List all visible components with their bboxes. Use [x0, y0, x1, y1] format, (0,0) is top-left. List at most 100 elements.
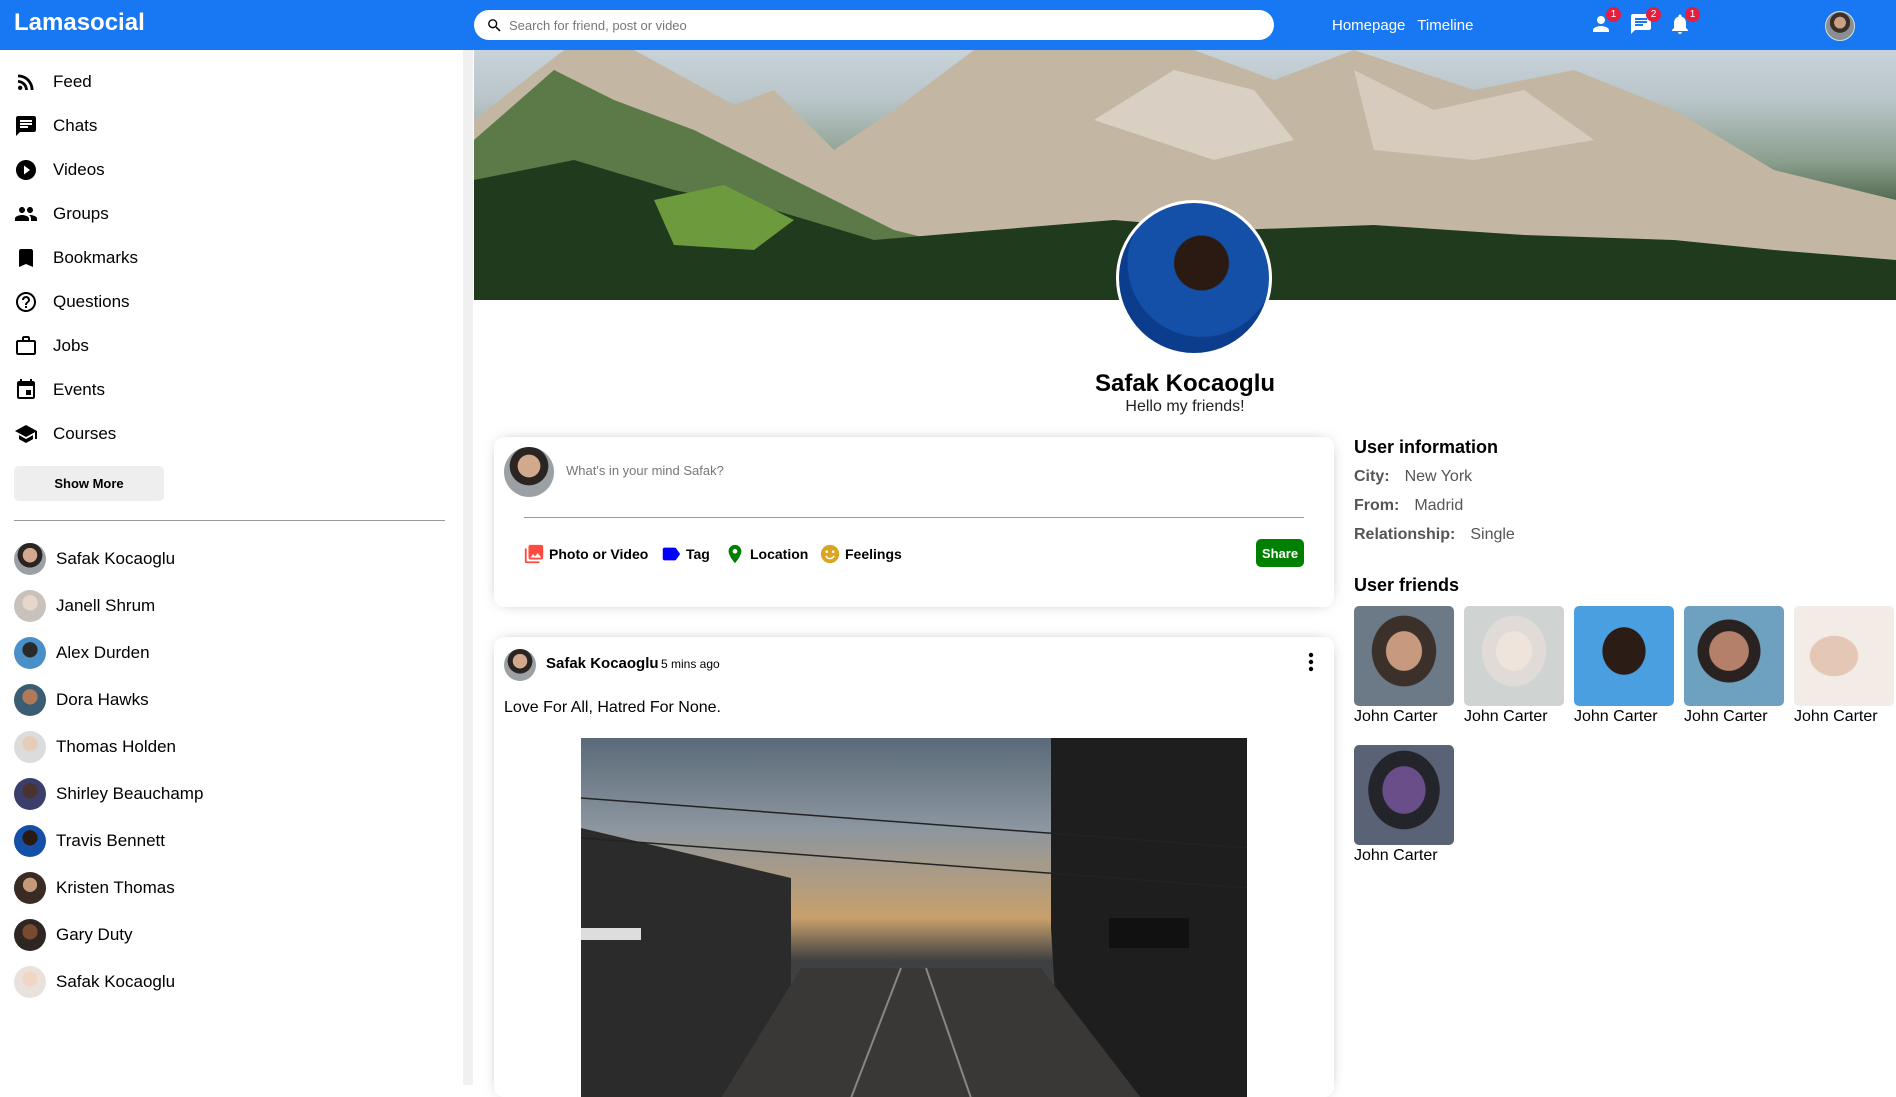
chat-icon [16, 116, 36, 136]
friend-list-item[interactable]: Dora Hawks [14, 684, 149, 716]
friend-list-item[interactable]: Thomas Holden [14, 731, 176, 763]
logo[interactable]: Lamasocial [14, 9, 145, 37]
help-outline-icon [16, 292, 36, 312]
avatar [504, 447, 554, 497]
sidebar-item-label: Courses [53, 424, 117, 443]
user-info-relationship: Relationship: Single [1354, 526, 1515, 544]
friend-list-item[interactable]: Shirley Beauchamp [14, 778, 203, 810]
sidebar-item-questions[interactable]: Questions [14, 290, 130, 314]
friend-name: John Carter [1794, 708, 1878, 725]
friend-card[interactable]: John Carter [1354, 606, 1454, 726]
sidebar-item-label: Chats [53, 116, 98, 135]
post-image[interactable] [580, 738, 1248, 1097]
friend-photo [1464, 606, 1564, 706]
friend-name: Travis Bennett [56, 831, 165, 850]
person-notification-button[interactable]: 1 [1589, 7, 1621, 38]
info-key: City: [1354, 468, 1390, 485]
friend-name: John Carter [1464, 708, 1548, 725]
share-divider [524, 517, 1304, 518]
sidebar-item-courses[interactable]: Courses [14, 422, 116, 446]
chat-notification-button[interactable]: 2 [1629, 7, 1661, 38]
more-vert-icon[interactable] [1306, 651, 1316, 673]
person-badge: 1 [1606, 7, 1621, 22]
avatar [14, 825, 46, 857]
sidebar-item-jobs[interactable]: Jobs [14, 334, 89, 358]
friend-name: Gary Duty [56, 925, 133, 944]
friend-list-item[interactable]: Kristen Thomas [14, 872, 175, 904]
friend-name: Alex Durden [56, 643, 150, 662]
share-option-tag[interactable]: Tag [660, 543, 710, 565]
avatar [14, 684, 46, 716]
info-value: Single [1470, 526, 1515, 543]
homepage-link[interactable]: Homepage [1332, 17, 1405, 34]
share-option-photo[interactable]: Photo or Video [523, 543, 648, 565]
sidebar-item-feed[interactable]: Feed [14, 70, 92, 94]
share-option-label: Tag [686, 546, 710, 562]
user-avatar[interactable] [1825, 11, 1855, 41]
status-input[interactable] [566, 463, 1066, 478]
sidebar-item-label: Videos [53, 160, 105, 179]
friend-card[interactable]: John Carter [1464, 606, 1564, 726]
info-value: Madrid [1414, 497, 1464, 514]
avatar [14, 778, 46, 810]
profile-picture[interactable] [1116, 200, 1272, 356]
school-icon [15, 425, 37, 443]
sidebar-item-label: Groups [53, 204, 109, 223]
location-pin-icon [728, 544, 742, 564]
post-username[interactable]: Safak Kocaoglu [546, 655, 659, 672]
friend-list-item[interactable]: Alex Durden [14, 637, 150, 669]
friend-list-item[interactable]: Safak Kocaoglu [14, 543, 175, 575]
profile-description: Hello my friends! [1125, 398, 1245, 415]
avatar [14, 543, 46, 575]
sidebar-item-videos[interactable]: Videos [14, 158, 105, 182]
notifications-button[interactable]: 1 [1668, 7, 1700, 38]
sidebar-item-groups[interactable]: Groups [14, 202, 109, 226]
user-friends-title: User friends [1354, 575, 1460, 595]
share-option-label: Location [750, 546, 809, 562]
friend-card[interactable]: John Carter [1354, 745, 1454, 865]
avatar [14, 637, 46, 669]
timeline-link[interactable]: Timeline [1417, 17, 1473, 34]
sidebar-divider [14, 520, 445, 521]
sidebar-item-chats[interactable]: Chats [14, 114, 97, 138]
label-icon [662, 547, 681, 561]
sidebar-item-label: Bookmarks [53, 248, 139, 267]
sidebar-item-bookmarks[interactable]: Bookmarks [14, 246, 138, 270]
friend-name: Kristen Thomas [56, 878, 175, 897]
sidebar-scrollbar[interactable] [463, 50, 473, 1085]
avatar [14, 590, 46, 622]
photo-icon [524, 544, 544, 564]
friend-card[interactable]: John Carter [1574, 606, 1674, 726]
sidebar-item-label: Events [53, 380, 105, 399]
friend-card[interactable]: John Carter [1684, 606, 1784, 726]
avatar [14, 872, 46, 904]
friend-card[interactable]: John Carter [1794, 606, 1894, 726]
friend-list-item[interactable]: Gary Duty [14, 919, 133, 951]
friend-list-item[interactable]: Safak Kocaoglu [14, 966, 175, 998]
train-station-image [580, 738, 1248, 1097]
show-more-button[interactable]: Show More [14, 466, 164, 501]
group-icon [15, 207, 37, 221]
sidebar-item-label: Jobs [53, 336, 89, 355]
share-button[interactable]: Share [1256, 539, 1304, 567]
sidebar-item-label: Feed [53, 72, 92, 91]
post: Safak Kocaoglu 5 mins ago Love For All, … [494, 637, 1334, 1097]
share-option-location[interactable]: Location [724, 543, 808, 565]
search-input[interactable] [509, 17, 1219, 33]
friend-photo [1354, 745, 1454, 845]
search-bar[interactable] [474, 10, 1274, 40]
work-outline-icon [16, 336, 36, 355]
friend-list-item[interactable]: Janell Shrum [14, 590, 155, 622]
friend-photo [1574, 606, 1674, 706]
friend-name: Janell Shrum [56, 596, 156, 615]
profile-name: Safak Kocaoglu [1094, 370, 1276, 397]
share-option-label: Photo or Video [549, 546, 649, 562]
friend-name: John Carter [1684, 708, 1768, 725]
avatar[interactable] [504, 649, 536, 681]
friend-list-item[interactable]: Travis Bennett [14, 825, 165, 857]
post-time: 5 mins ago [661, 657, 720, 671]
info-key: From: [1354, 497, 1400, 514]
friend-name: John Carter [1574, 708, 1658, 725]
share-option-feelings[interactable]: Feelings [819, 543, 902, 565]
sidebar-item-events[interactable]: Events [14, 378, 105, 402]
